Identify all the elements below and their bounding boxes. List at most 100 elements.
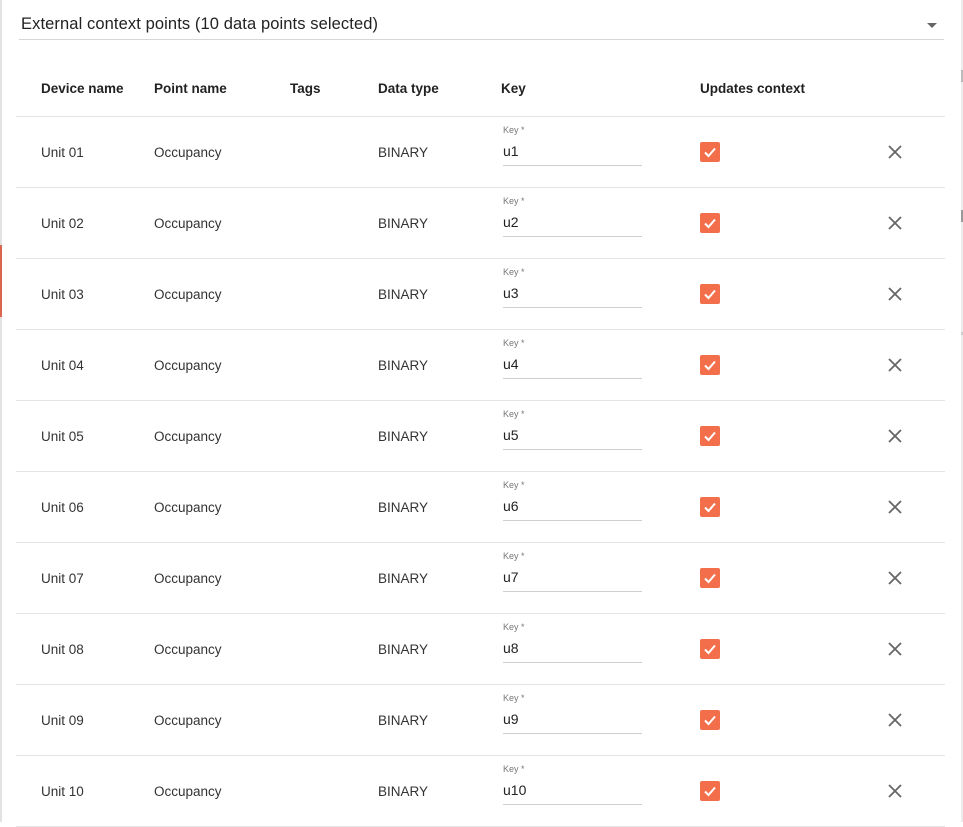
close-icon [888,571,902,585]
point-name-cell: Occupancy [154,500,222,515]
context-points-dialog: External context points (10 data points … [2,0,961,827]
device-name-cell: Unit 01 [41,145,84,160]
point-name-cell: Occupancy [154,571,222,586]
checkmark-icon [704,715,716,726]
key-input[interactable] [503,143,638,159]
data-type-cell: BINARY [378,642,429,657]
point-name-cell: Occupancy [154,358,222,373]
context-points-select[interactable]: External context points (10 data points … [19,8,944,40]
key-field-label: Key * [503,764,525,774]
updates-context-checkbox[interactable] [700,781,720,801]
remove-row-button[interactable] [884,212,906,234]
updates-context-checkbox[interactable] [700,426,720,446]
remove-row-button[interactable] [884,141,906,163]
updates-context-checkbox[interactable] [700,142,720,162]
close-icon [888,713,902,727]
point-name-cell: Occupancy [154,287,222,302]
device-name-cell: Unit 06 [41,500,84,515]
key-field-label: Key * [503,551,525,561]
close-icon [888,642,902,656]
key-field[interactable]: Key * [503,267,642,308]
remove-row-button[interactable] [884,638,906,660]
checkmark-icon [704,147,716,158]
table-row: Unit 10 Occupancy BINARY Key * [16,756,945,827]
checkmark-icon [704,431,716,442]
key-field[interactable]: Key * [503,551,642,592]
key-field[interactable]: Key * [503,338,642,379]
key-input[interactable] [503,569,638,585]
key-input[interactable] [503,214,638,230]
table-row: Unit 06 Occupancy BINARY Key * [16,472,945,543]
data-type-cell: BINARY [378,571,429,586]
header-key: Key [501,81,526,96]
chevron-down-icon[interactable] [927,23,937,28]
data-type-cell: BINARY [378,429,429,444]
data-type-cell: BINARY [378,713,429,728]
close-icon [888,500,902,514]
updates-context-checkbox[interactable] [700,355,720,375]
close-icon [888,784,902,798]
checkmark-icon [704,644,716,655]
key-input[interactable] [503,711,638,727]
key-field-label: Key * [503,622,525,632]
key-input[interactable] [503,640,638,656]
key-field-label: Key * [503,409,525,419]
header-data-type: Data type [378,81,439,96]
checkmark-icon [704,289,716,300]
device-name-cell: Unit 07 [41,571,84,586]
key-input[interactable] [503,285,638,301]
key-input[interactable] [503,427,638,443]
key-field[interactable]: Key * [503,409,642,450]
key-field[interactable]: Key * [503,125,642,166]
checkmark-icon [704,218,716,229]
device-name-cell: Unit 05 [41,429,84,444]
device-name-cell: Unit 10 [41,784,84,799]
key-input[interactable] [503,782,638,798]
table-row: Unit 03 Occupancy BINARY Key * [16,259,945,330]
key-field[interactable]: Key * [503,764,642,805]
table-row: Unit 07 Occupancy BINARY Key * [16,543,945,614]
point-name-cell: Occupancy [154,784,222,799]
device-name-cell: Unit 09 [41,713,84,728]
checkmark-icon [704,360,716,371]
header-updates-context: Updates context [700,81,806,96]
data-type-cell: BINARY [378,500,429,515]
remove-row-button[interactable] [884,780,906,802]
table-row: Unit 09 Occupancy BINARY Key * [16,685,945,756]
remove-row-button[interactable] [884,496,906,518]
remove-row-button[interactable] [884,567,906,589]
remove-row-button[interactable] [884,709,906,731]
header-device-name: Device name [41,81,124,96]
key-field-label: Key * [503,338,525,348]
key-field[interactable]: Key * [503,693,642,734]
key-input[interactable] [503,498,638,514]
updates-context-checkbox[interactable] [700,497,720,517]
point-name-cell: Occupancy [154,713,222,728]
updates-context-checkbox[interactable] [700,213,720,233]
key-field-label: Key * [503,693,525,703]
table-row: Unit 04 Occupancy BINARY Key * [16,330,945,401]
close-icon [888,429,902,443]
device-name-cell: Unit 04 [41,358,84,373]
key-field[interactable]: Key * [503,196,642,237]
device-name-cell: Unit 08 [41,642,84,657]
data-type-cell: BINARY [378,145,429,160]
remove-row-button[interactable] [884,283,906,305]
key-field-label: Key * [503,125,525,135]
updates-context-checkbox[interactable] [700,710,720,730]
table-header: Device name Point name Tags Data type Ke… [16,59,945,117]
key-field-label: Key * [503,480,525,490]
key-field[interactable]: Key * [503,622,642,663]
remove-row-button[interactable] [884,425,906,447]
updates-context-checkbox[interactable] [700,284,720,304]
remove-row-button[interactable] [884,354,906,376]
data-type-cell: BINARY [378,784,429,799]
key-field[interactable]: Key * [503,480,642,521]
key-input[interactable] [503,356,638,372]
updates-context-checkbox[interactable] [700,568,720,588]
table-row: Unit 01 Occupancy BINARY Key * [16,117,945,188]
close-icon [888,287,902,301]
updates-context-checkbox[interactable] [700,639,720,659]
point-name-cell: Occupancy [154,145,222,160]
close-icon [888,145,902,159]
